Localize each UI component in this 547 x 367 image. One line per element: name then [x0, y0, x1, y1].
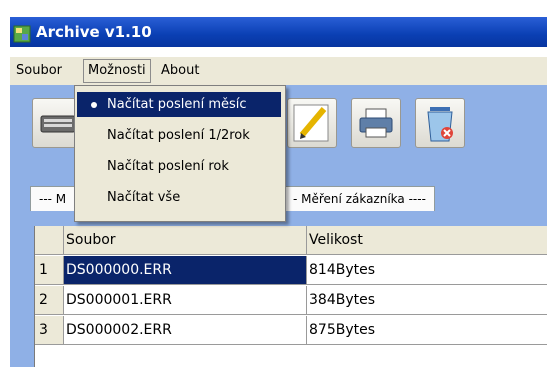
menu-about[interactable]: About: [157, 60, 203, 82]
file-size-cell[interactable]: 384Bytes: [307, 286, 547, 315]
moznosti-dropdown-menu: Načítat poslení měsíc Načítat poslení 1/…: [74, 85, 286, 222]
tab-mereni-zakaznika[interactable]: - Měření zákazníka ----: [284, 186, 435, 211]
window-title: Archive v1.10: [36, 23, 152, 41]
file-name-cell[interactable]: DS000001.ERR: [64, 286, 307, 315]
menu-option-label: Načítat poslení 1/2rok: [107, 128, 250, 143]
menu-option-last-half-year[interactable]: Načítat poslení 1/2rok: [77, 123, 281, 148]
column-header-velikost[interactable]: Velikost: [307, 226, 547, 255]
column-header-soubor[interactable]: Soubor: [64, 226, 307, 255]
table-header-row: Soubor Velikost: [35, 226, 547, 256]
edit-button[interactable]: [287, 98, 337, 148]
menu-option-all[interactable]: Načítat vše: [77, 185, 281, 210]
table-row[interactable]: 2 DS000001.ERR 384Bytes: [35, 286, 547, 316]
menu-soubor[interactable]: Soubor: [12, 60, 66, 82]
file-name-cell[interactable]: DS000002.ERR: [64, 316, 307, 345]
recycle-bin-icon: [416, 107, 464, 151]
row-number: 3: [35, 316, 64, 345]
corner-cell: [35, 226, 64, 255]
delete-button[interactable]: [415, 98, 465, 148]
app-icon: [13, 23, 31, 43]
file-table: Soubor Velikost 1 DS000000.ERR 814Bytes …: [34, 226, 547, 367]
table-row[interactable]: 1 DS000000.ERR 814Bytes: [35, 256, 547, 286]
menu-option-label: Načítat vše: [107, 190, 181, 205]
menu-moznosti[interactable]: Možnosti: [83, 59, 151, 83]
selected-bullet-icon: [91, 102, 97, 108]
app-window: Archive v1.10 Soubor Možnosti About --- …: [0, 0, 547, 367]
printer-icon: [352, 108, 400, 151]
edit-pencil-icon: [288, 104, 336, 151]
print-button[interactable]: [351, 98, 401, 148]
row-number: 1: [35, 256, 64, 285]
menu-bar: Soubor Možnosti About: [10, 57, 547, 85]
file-name-cell[interactable]: DS000000.ERR: [64, 256, 307, 285]
table-row[interactable]: 3 DS000002.ERR 875Bytes: [35, 316, 547, 346]
tab-left[interactable]: --- M: [30, 186, 76, 211]
menu-option-label: Načítat poslení rok: [107, 159, 229, 174]
file-size-cell[interactable]: 875Bytes: [307, 316, 547, 345]
row-number: 2: [35, 286, 64, 315]
menu-option-last-month[interactable]: Načítat poslení měsíc: [77, 92, 281, 117]
title-bar[interactable]: Archive v1.10: [10, 17, 547, 47]
file-size-cell[interactable]: 814Bytes: [307, 256, 547, 285]
menu-option-last-year[interactable]: Načítat poslení rok: [77, 154, 281, 179]
menu-option-label: Načítat poslení měsíc: [107, 97, 247, 112]
